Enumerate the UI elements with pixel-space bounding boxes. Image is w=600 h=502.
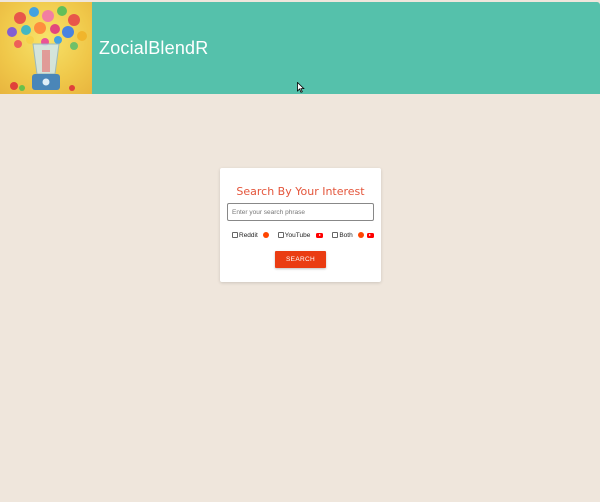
logo[interactable] bbox=[0, 2, 92, 94]
app-header: ZocialBlendR bbox=[0, 2, 600, 94]
option-reddit[interactable]: Reddit bbox=[232, 232, 269, 239]
mouse-cursor-icon bbox=[297, 82, 305, 93]
reddit-icon bbox=[357, 232, 364, 238]
youtube-checkbox[interactable] bbox=[277, 232, 284, 238]
youtube-icon bbox=[366, 232, 374, 238]
search-input[interactable] bbox=[227, 203, 374, 221]
reddit-icon bbox=[262, 232, 269, 238]
app-title[interactable]: ZocialBlendR bbox=[99, 38, 208, 59]
option-youtube-label: YouTube bbox=[284, 231, 311, 239]
option-reddit-label: Reddit bbox=[239, 231, 258, 239]
option-both[interactable]: Both bbox=[332, 231, 374, 239]
both-checkbox[interactable] bbox=[332, 232, 339, 238]
reddit-checkbox[interactable] bbox=[232, 232, 238, 238]
search-card: Search By Your Interest Reddit YouTube B… bbox=[220, 168, 381, 282]
option-youtube[interactable]: YouTube bbox=[277, 231, 324, 239]
search-button[interactable]: SEARCH bbox=[275, 251, 326, 268]
option-both-label: Both bbox=[339, 231, 353, 239]
search-card-title: Search By Your Interest bbox=[236, 185, 365, 198]
source-options: Reddit YouTube Both bbox=[232, 230, 379, 240]
youtube-icon bbox=[316, 232, 324, 238]
blender-logo-icon bbox=[7, 6, 87, 91]
